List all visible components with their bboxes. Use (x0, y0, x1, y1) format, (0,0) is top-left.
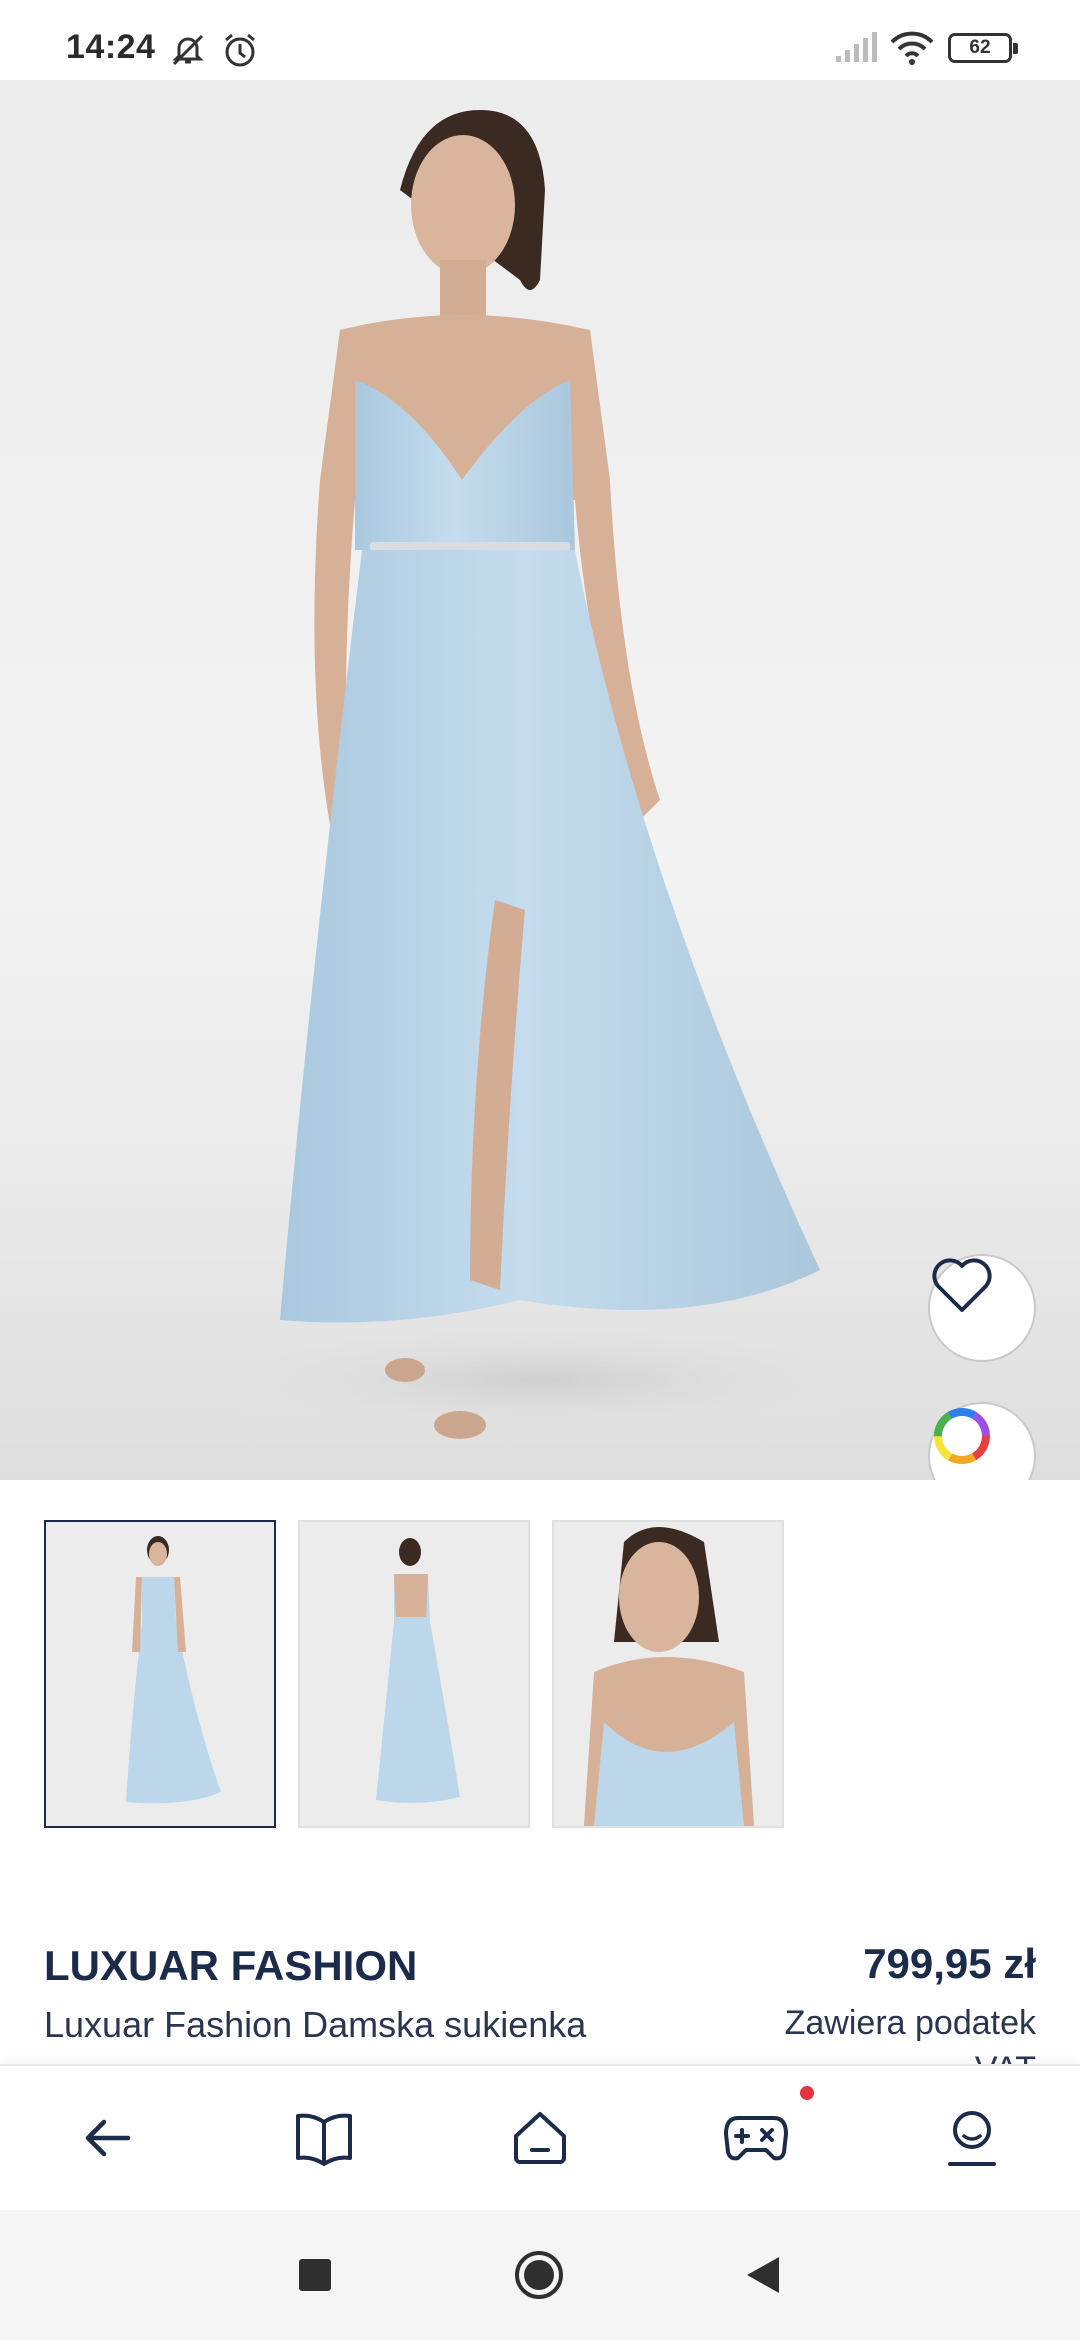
nav-games-button[interactable] (720, 2104, 792, 2176)
favorite-button[interactable] (928, 1254, 1036, 1362)
thumbnail-front[interactable] (44, 1520, 276, 1828)
product-price: 799,95 zł (863, 1940, 1036, 1987)
dress-model-illustration (160, 110, 920, 1440)
product-info: LUXUAR FASHION Luxuar Fashion Damska suk… (0, 1930, 1080, 2066)
system-home-button[interactable] (514, 2250, 564, 2302)
battery-indicator: 62 (948, 33, 1018, 63)
bottom-navigation (0, 2064, 1080, 2210)
nav-back-button[interactable] (72, 2104, 144, 2176)
nav-home-button[interactable] (504, 2104, 576, 2176)
wifi-icon (888, 30, 936, 71)
product-main-image[interactable] (0, 80, 1080, 1480)
nav-profile-button[interactable] (936, 2104, 1008, 2176)
back-triangle-icon (745, 2255, 781, 2300)
recents-button[interactable] (290, 2252, 340, 2302)
profile-icon (944, 2108, 1000, 2173)
games-notification-badge (800, 2086, 814, 2100)
mute-icon (168, 30, 208, 75)
thumbnail-detail[interactable] (552, 1520, 784, 1828)
recents-square-icon (298, 2258, 332, 2297)
status-bar: 14:24 62 (0, 0, 1080, 80)
product-name: Luxuar Fashion Damska sukienka (44, 2004, 587, 2045)
status-time: 14:24 (66, 28, 156, 66)
games-icon (722, 2112, 790, 2169)
thumbnail-back[interactable] (298, 1520, 530, 1828)
alarm-icon (220, 30, 260, 75)
brand-name[interactable]: LUXUAR FASHION (44, 1942, 417, 1990)
tax-note: Zawiera podatek VAT (784, 2004, 1036, 2066)
system-back-button[interactable] (738, 2252, 788, 2302)
catalog-book-icon (294, 2110, 354, 2171)
signal-icon (834, 30, 878, 69)
system-navigation-bar (0, 2210, 1080, 2340)
home-icon (510, 2108, 570, 2173)
nav-catalog-button[interactable] (288, 2104, 360, 2176)
thumbnail-gallery (44, 1520, 1044, 1828)
back-arrow-icon (80, 2110, 136, 2171)
home-circle-icon (513, 2249, 565, 2306)
